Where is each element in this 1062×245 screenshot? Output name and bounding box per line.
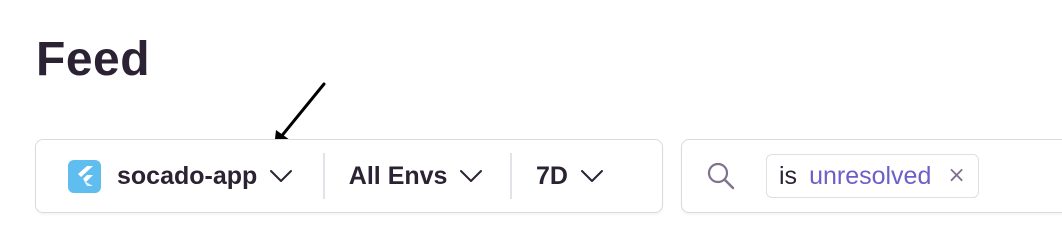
close-icon[interactable]: × [947,165,965,187]
search-token-value[interactable]: unresolved [809,162,931,191]
page-title: Feed [36,33,151,86]
flutter-icon [68,159,101,193]
project-selector-label: socado-app [117,162,258,190]
search-token-key: is [779,161,798,190]
search-bar[interactable]: is unresolved × [681,139,1062,213]
page-filter-bar: socado-app All Envs 7D [35,139,663,213]
page: Feed socado-app All Envs 7D is unresolve… [0,0,1062,245]
date-range-selector[interactable]: 7D [512,140,604,212]
chevron-down-icon [269,169,293,183]
search-icon [707,162,735,190]
environment-selector-label: All Envs [348,162,448,190]
search-token[interactable]: is unresolved × [766,154,979,198]
date-range-selector-label: 7D [535,162,568,190]
environment-selector[interactable]: All Envs [325,140,511,212]
chevron-down-icon [459,169,483,183]
project-selector[interactable]: socado-app [36,140,323,212]
chevron-down-icon [580,169,604,183]
